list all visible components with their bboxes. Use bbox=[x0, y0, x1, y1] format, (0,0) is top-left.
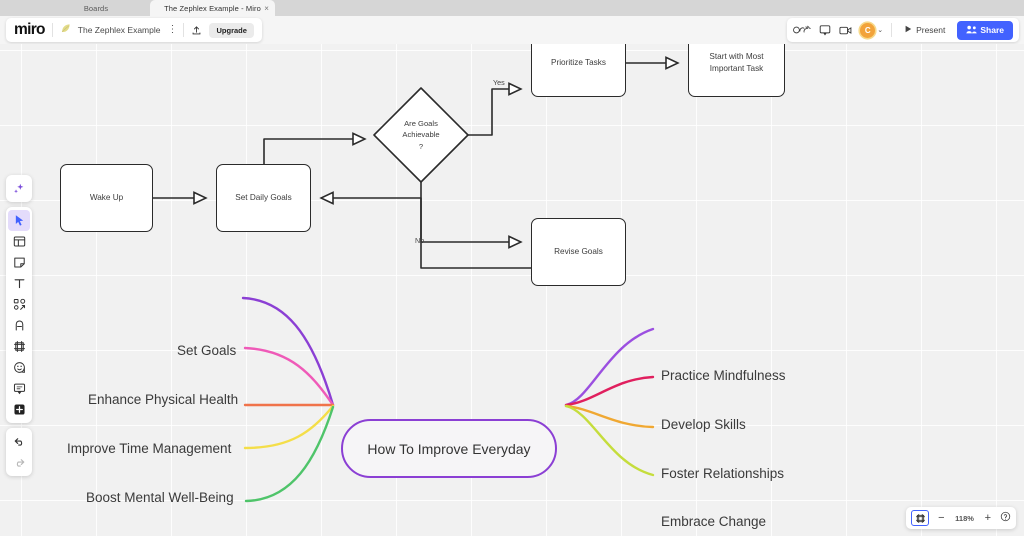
comment-icon[interactable] bbox=[8, 378, 30, 399]
zoom-in-button[interactable]: + bbox=[985, 512, 991, 524]
flow-node-wake-up[interactable]: Wake Up bbox=[60, 164, 153, 232]
flow-node-revise-goals[interactable]: Revise Goals bbox=[531, 218, 626, 286]
avatar[interactable]: C bbox=[860, 22, 876, 38]
edge-label-yes: Yes bbox=[493, 78, 505, 87]
mindmap-label-develop-skills[interactable]: Develop Skills bbox=[661, 418, 746, 432]
divider bbox=[51, 23, 53, 37]
board-menu-kebab-icon[interactable]: ⋮ bbox=[167, 25, 177, 35]
share-people-icon bbox=[966, 25, 978, 36]
left-toolbar bbox=[6, 175, 32, 476]
flow-node-label: Wake Up bbox=[89, 193, 124, 203]
sticky-note-icon[interactable] bbox=[8, 252, 30, 273]
cursor-select-icon[interactable] bbox=[8, 210, 30, 231]
frame-icon[interactable] bbox=[8, 336, 30, 357]
board-canvas[interactable]: Wake Up Set Daily Goals Are Goals Achiev… bbox=[0, 44, 1024, 536]
play-icon bbox=[904, 25, 912, 35]
emoji-icon[interactable] bbox=[8, 357, 30, 378]
flow-node-label: Start with Most Important Task bbox=[709, 52, 764, 73]
templates-icon[interactable] bbox=[8, 231, 30, 252]
branch-practice-mindfulness bbox=[564, 327, 655, 407]
app-header: miro The Zephlex Example ⋮ Upgrade C ⌄ P… bbox=[0, 16, 1024, 44]
flow-node-label: Prioritize Tasks bbox=[551, 58, 606, 68]
pen-icon[interactable] bbox=[8, 315, 30, 336]
flow-node-set-daily-goals[interactable]: Set Daily Goals bbox=[216, 164, 311, 232]
mindmap-label-boost-mental-well-being[interactable]: Boost Mental Well-Being bbox=[86, 491, 234, 505]
branch-embrace-change bbox=[564, 404, 655, 477]
branch-set-goals bbox=[241, 296, 335, 407]
text-icon[interactable] bbox=[8, 273, 30, 294]
mindmap-label-improve-time-management[interactable]: Improve Time Management bbox=[67, 442, 231, 456]
flow-node-are-goals-achievable[interactable]: Are Goals Achievable ? bbox=[374, 88, 468, 182]
share-label: Share bbox=[980, 25, 1004, 35]
browser-tab-boards[interactable]: Boards bbox=[42, 0, 150, 16]
help-icon[interactable] bbox=[1000, 511, 1011, 525]
zoom-controls: − 118% + bbox=[906, 507, 1016, 529]
flow-node-prioritize-tasks[interactable]: Prioritize Tasks bbox=[531, 44, 626, 97]
browser-tab-label: The Zephlex Example - Miro bbox=[164, 3, 261, 13]
leaf-icon bbox=[60, 23, 71, 37]
divider bbox=[891, 23, 893, 37]
header-left-group: miro The Zephlex Example ⋮ Upgrade bbox=[6, 18, 262, 42]
present-button[interactable]: Present bbox=[900, 25, 949, 35]
toolbar-group-tools bbox=[6, 207, 32, 423]
more-apps-icon[interactable] bbox=[8, 399, 30, 420]
flow-node-start-most-important-task[interactable]: Start with Most Important Task bbox=[688, 44, 785, 97]
shapes-icon[interactable] bbox=[8, 294, 30, 315]
mindmap-label-embrace-change[interactable]: Embrace Change bbox=[661, 515, 766, 529]
close-icon[interactable]: × bbox=[264, 4, 269, 13]
undo-icon[interactable] bbox=[8, 431, 30, 452]
upload-icon[interactable] bbox=[191, 25, 202, 36]
mindmap-center-label: How To Improve Everyday bbox=[367, 440, 531, 457]
browser-tab-strip: Boards The Zephlex Example - Miro × bbox=[0, 0, 1024, 16]
mindmap-center-node[interactable]: How To Improve Everyday bbox=[341, 419, 557, 478]
branch-foster-relationships bbox=[564, 404, 655, 429]
mindmap-label-set-goals[interactable]: Set Goals bbox=[177, 344, 236, 358]
divider bbox=[183, 23, 185, 37]
mindmap-label-practice-mindfulness[interactable]: Practice Mindfulness bbox=[661, 369, 786, 383]
reactions-icon[interactable] bbox=[793, 24, 811, 36]
zoom-level-label: 118% bbox=[955, 513, 974, 523]
toolbar-group-history bbox=[6, 428, 32, 476]
header-right-group: C ⌄ Present Share bbox=[787, 18, 1019, 42]
mindmap-label-enhance-physical-health[interactable]: Enhance Physical Health bbox=[88, 393, 238, 407]
miro-logo[interactable]: miro bbox=[14, 22, 45, 38]
fit-to-screen-icon[interactable] bbox=[911, 510, 930, 526]
flow-node-label: Revise Goals bbox=[554, 247, 603, 257]
avatar-chip[interactable]: C ⌄ bbox=[860, 22, 883, 38]
redo-icon[interactable] bbox=[8, 452, 30, 473]
browser-tab-zephlex[interactable]: The Zephlex Example - Miro × bbox=[150, 0, 275, 16]
toolbar-group-ai bbox=[6, 175, 32, 202]
branch-enhance-physical-health bbox=[243, 346, 335, 407]
comment-icon[interactable] bbox=[819, 24, 831, 36]
mindmap-label-foster-relationships[interactable]: Foster Relationships bbox=[661, 467, 784, 481]
video-camera-icon[interactable] bbox=[839, 25, 852, 36]
upgrade-button[interactable]: Upgrade bbox=[209, 22, 254, 38]
zoom-out-button[interactable]: − bbox=[938, 512, 944, 524]
flow-node-label: Set Daily Goals bbox=[235, 193, 292, 203]
edge-label-no: No bbox=[415, 236, 425, 245]
share-button[interactable]: Share bbox=[957, 20, 1013, 40]
present-label: Present bbox=[916, 25, 946, 35]
chevron-down-icon[interactable]: ⌄ bbox=[877, 26, 883, 34]
flow-node-label: Are Goals Achievable ? bbox=[402, 118, 440, 151]
ai-sparkle-icon[interactable] bbox=[8, 178, 30, 199]
board-title[interactable]: The Zephlex Example bbox=[78, 25, 161, 35]
branch-develop-skills bbox=[564, 375, 655, 407]
browser-tab-label: Boards bbox=[83, 3, 109, 13]
